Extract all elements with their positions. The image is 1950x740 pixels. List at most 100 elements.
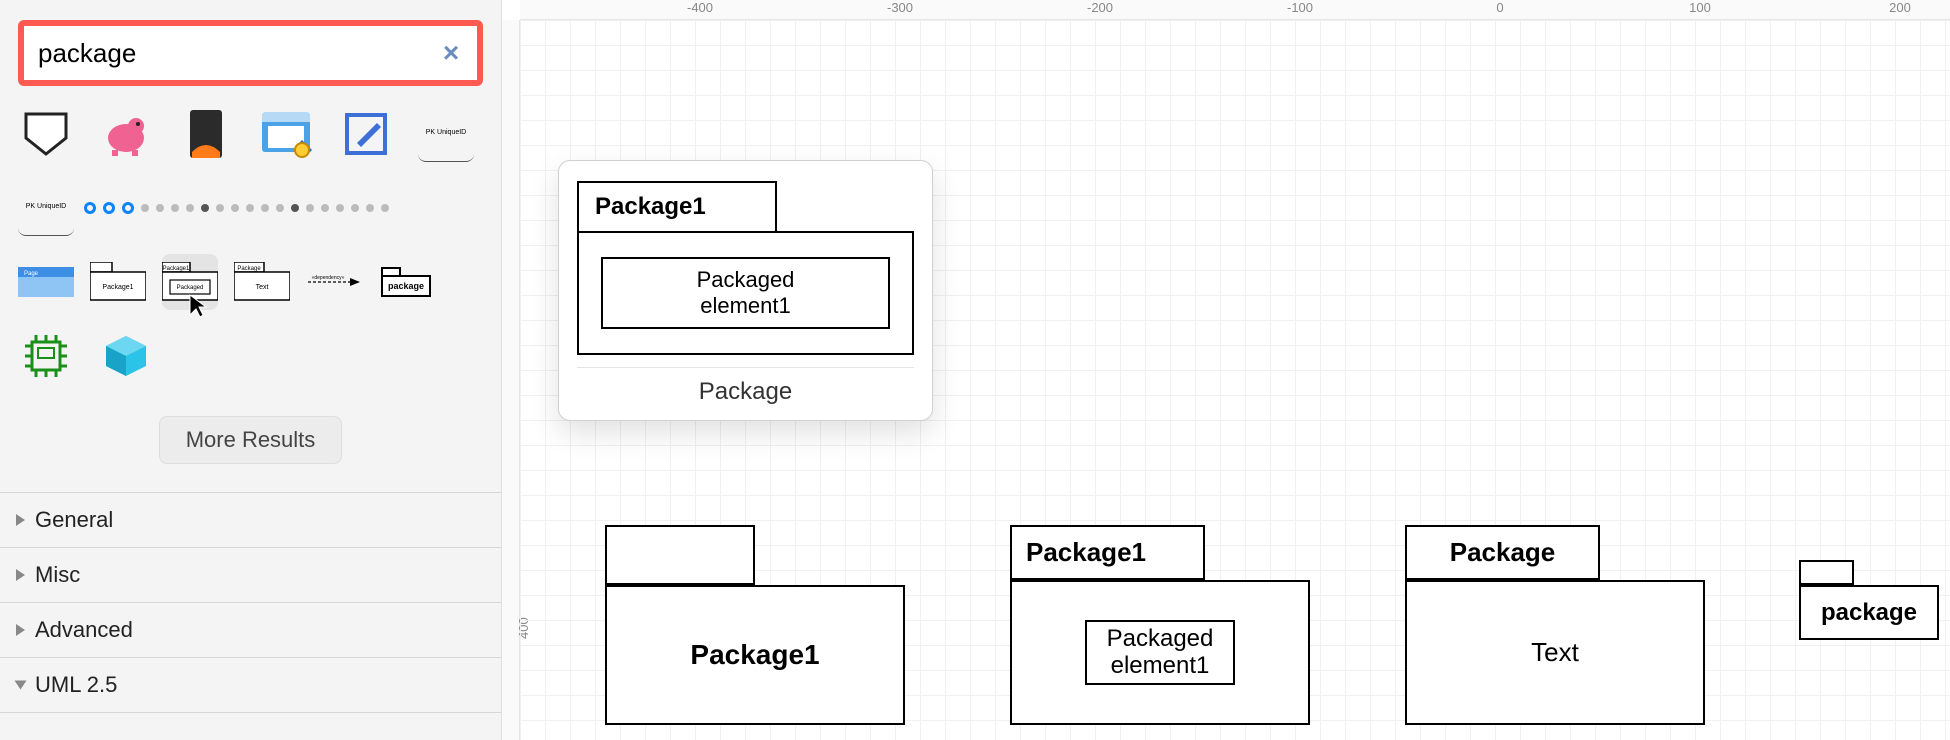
svg-text:package: package bbox=[388, 281, 424, 291]
dot-icon bbox=[186, 204, 194, 212]
chevron-right-icon bbox=[16, 514, 25, 526]
svg-text:Package1: Package1 bbox=[102, 284, 133, 291]
chevron-down-icon bbox=[15, 681, 27, 690]
ruler-tick: -300 bbox=[887, 0, 913, 20]
more-results-row: More Results bbox=[18, 402, 483, 488]
more-results-button[interactable]: More Results bbox=[159, 416, 343, 464]
page-shape-icon[interactable]: Page bbox=[18, 254, 74, 310]
preview-package-tab: Package1 bbox=[577, 181, 777, 233]
drag-preview-tooltip: Package1 Packaged element1 Package bbox=[558, 160, 933, 421]
canvas-package-node[interactable]: Package Text bbox=[1405, 525, 1705, 725]
dot-icon[interactable] bbox=[103, 202, 115, 214]
app-root: × PK UniqueID bbox=[0, 0, 1950, 740]
dot-icon bbox=[261, 204, 269, 212]
accordion-section-advanced[interactable]: Advanced bbox=[0, 603, 501, 658]
drawing-canvas[interactable]: Package1 Package1 Packaged element1 Pack… bbox=[520, 20, 1950, 740]
box3d-icon[interactable] bbox=[98, 328, 154, 384]
accordion-section-misc[interactable]: Misc bbox=[0, 548, 501, 603]
uml-package-text-icon[interactable]: Package Text bbox=[234, 254, 290, 310]
dot-icon[interactable] bbox=[84, 202, 96, 214]
shape-palette: PK UniqueID PK UniqueID bbox=[0, 96, 501, 492]
dependency-arrow-icon[interactable]: «dependency» bbox=[306, 254, 362, 310]
preview-caption: Package bbox=[577, 367, 914, 406]
edit-square-icon[interactable] bbox=[338, 106, 394, 162]
ruler-tick: -400 bbox=[687, 0, 713, 20]
dot-icon bbox=[321, 204, 329, 212]
ruler-tick: 200 bbox=[1889, 0, 1911, 20]
canvas-package-node[interactable]: package bbox=[1799, 560, 1939, 640]
chevron-right-icon bbox=[16, 569, 25, 581]
chip-icon[interactable] bbox=[18, 328, 74, 384]
pk-uniqueid-label-icon[interactable]: PK UniqueID bbox=[418, 106, 474, 162]
shape-category-accordion: General Misc Advanced UML 2.5 bbox=[0, 492, 501, 713]
clear-search-icon[interactable]: × bbox=[439, 41, 463, 65]
chevron-right-icon bbox=[16, 624, 25, 636]
accordion-label: General bbox=[35, 507, 113, 533]
accordion-section-general[interactable]: General bbox=[0, 493, 501, 548]
package-inner-element[interactable]: Packaged element1 bbox=[1085, 620, 1236, 685]
package-body: Packaged element1 bbox=[1010, 580, 1310, 725]
pagination-dots[interactable] bbox=[84, 202, 389, 214]
search-input[interactable] bbox=[38, 32, 439, 75]
palette-row: PK UniqueID bbox=[18, 106, 483, 162]
preview-package-inner: Packaged element1 bbox=[601, 257, 890, 329]
dot-icon bbox=[336, 204, 344, 212]
dot-icon bbox=[291, 204, 299, 212]
dot-icon bbox=[306, 204, 314, 212]
accordion-label: Misc bbox=[35, 562, 80, 588]
canvas-package-node[interactable]: Package1 bbox=[605, 525, 905, 725]
package-body: Package1 bbox=[605, 585, 905, 725]
dot-icon bbox=[156, 204, 164, 212]
shield-shape-icon[interactable] bbox=[18, 106, 74, 162]
dot-icon bbox=[201, 204, 209, 212]
package-tab: Package1 bbox=[1010, 525, 1205, 580]
svg-text:Packaged: Packaged bbox=[177, 285, 204, 291]
inner-label: element1 bbox=[621, 293, 870, 319]
dot-icon bbox=[141, 204, 149, 212]
uml-package-simple-icon[interactable]: Package1 bbox=[90, 254, 146, 310]
svg-text:Package1: Package1 bbox=[163, 266, 190, 272]
canvas-area: -400 -300 -200 -100 0 100 200 400 Packag… bbox=[502, 0, 1950, 740]
accordion-label: Advanced bbox=[35, 617, 133, 643]
package-body: Text bbox=[1405, 580, 1705, 725]
dot-icon[interactable] bbox=[122, 202, 134, 214]
package-tab bbox=[1799, 560, 1854, 585]
sidebar: × PK UniqueID bbox=[0, 0, 502, 740]
dot-icon bbox=[216, 204, 224, 212]
ruler-tick: 100 bbox=[1689, 0, 1711, 20]
package-body: package bbox=[1799, 585, 1939, 640]
server-icon[interactable] bbox=[178, 106, 234, 162]
accordion-label: UML 2.5 bbox=[35, 672, 117, 698]
palette-row bbox=[18, 328, 483, 384]
ruler-tick: 0 bbox=[1496, 0, 1503, 20]
canvas-package-node[interactable]: Package1 Packaged element1 bbox=[1010, 525, 1310, 725]
window-settings-icon[interactable] bbox=[258, 106, 314, 162]
inner-label: Packaged bbox=[621, 267, 870, 293]
pk-uniqueid-label-icon[interactable]: PK UniqueID bbox=[18, 180, 74, 236]
dot-icon bbox=[171, 204, 179, 212]
palette-row: Page Package1 Package1 Packaged Package Te… bbox=[18, 254, 483, 310]
ruler-vertical: 400 bbox=[502, 20, 520, 740]
ruler-tick: -100 bbox=[1287, 0, 1313, 20]
inner-label: element1 bbox=[1107, 653, 1214, 679]
uml-package-small-icon[interactable]: package bbox=[378, 254, 434, 310]
svg-text:Package: Package bbox=[237, 266, 261, 272]
svg-text:Page: Page bbox=[24, 271, 39, 277]
dot-icon bbox=[381, 204, 389, 212]
preview-package-body: Packaged element1 bbox=[577, 231, 914, 355]
ruler-tick: -200 bbox=[1087, 0, 1113, 20]
search-container: × bbox=[18, 20, 483, 86]
dot-icon bbox=[276, 204, 284, 212]
package-tab: Package bbox=[1405, 525, 1600, 580]
uml-package-nested-icon[interactable]: Package1 Packaged bbox=[162, 254, 218, 310]
package-tab bbox=[605, 525, 755, 585]
svg-text:Text: Text bbox=[256, 284, 269, 291]
dot-icon bbox=[231, 204, 239, 212]
ruler-horizontal: -400 -300 -200 -100 0 100 200 bbox=[520, 0, 1950, 20]
dot-icon bbox=[246, 204, 254, 212]
palette-row: PK UniqueID bbox=[18, 180, 483, 236]
dot-icon bbox=[366, 204, 374, 212]
piggy-bank-icon[interactable] bbox=[98, 106, 154, 162]
accordion-section-uml25[interactable]: UML 2.5 bbox=[0, 658, 501, 713]
dot-icon bbox=[351, 204, 359, 212]
